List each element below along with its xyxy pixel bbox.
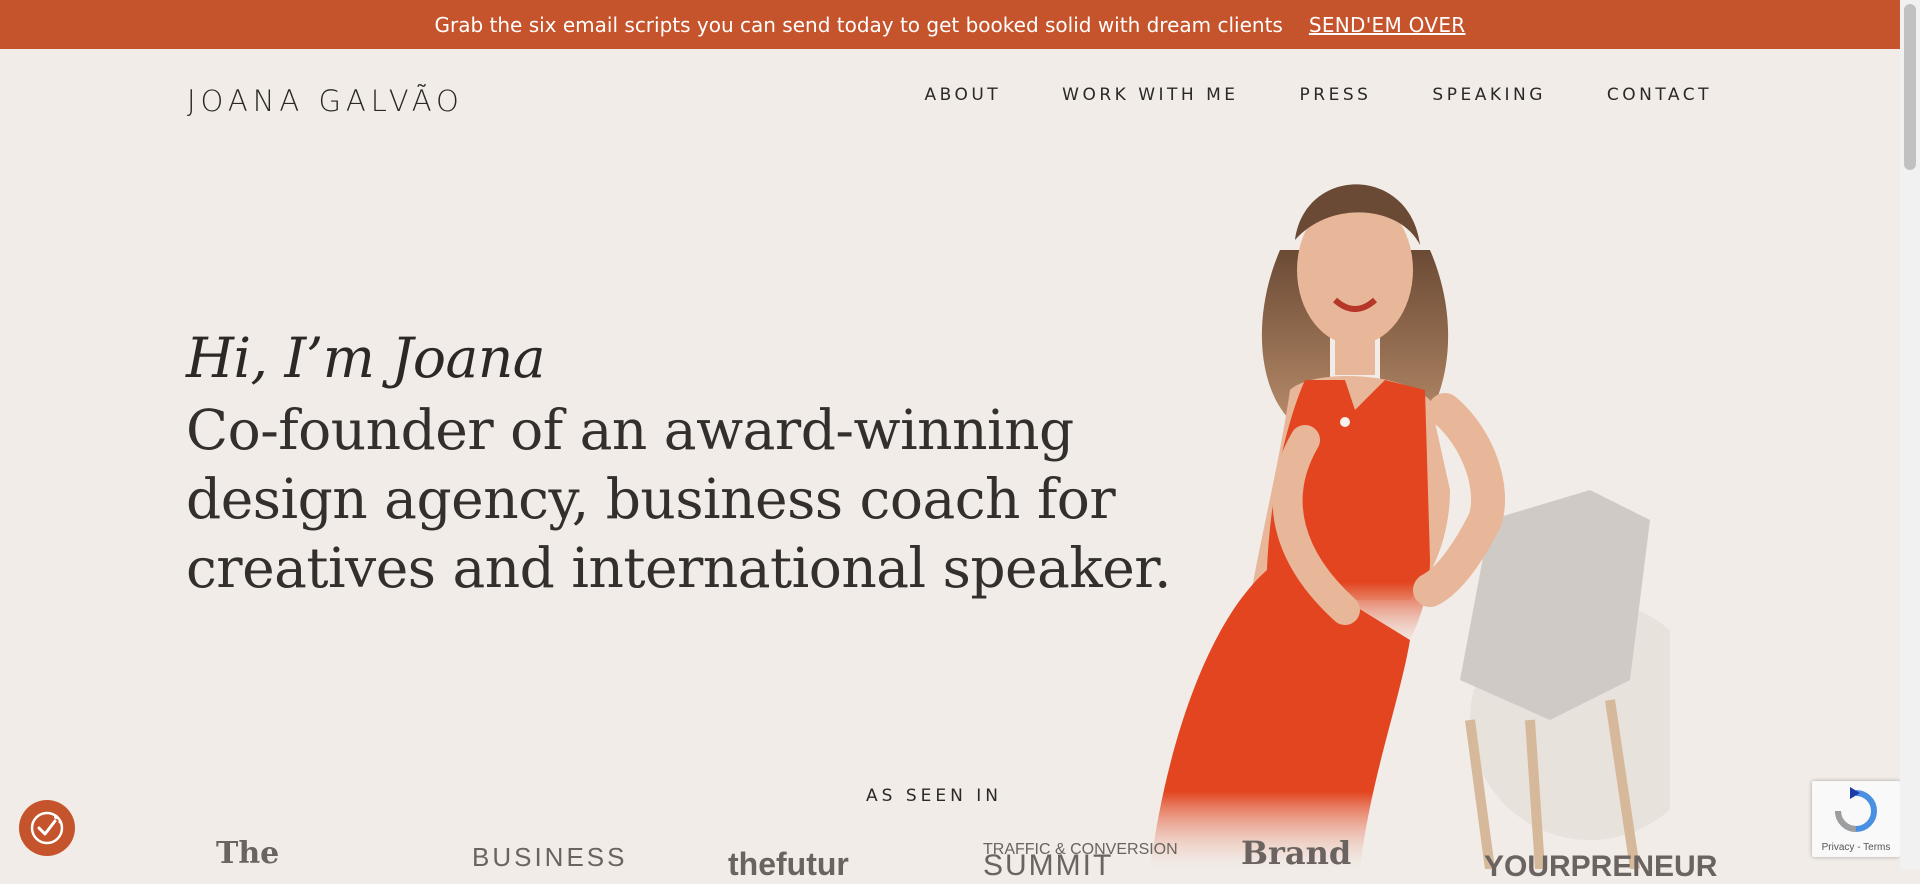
recaptcha-terms[interactable]: Privacy - Terms	[1812, 842, 1900, 853]
traffic-conversion-summit-logo: TRAFFIC & CONVERSION SUMMIT	[983, 842, 1178, 882]
hero-headline-line: Co-founder of an award-winning	[186, 398, 1074, 462]
announcement-cta-link[interactable]: SEND'EM OVER	[1309, 13, 1466, 37]
hero-headline-line: design agency, business coach for	[186, 467, 1116, 531]
nav-item-about[interactable]: ABOUT	[924, 85, 1001, 105]
the-logo: The	[216, 836, 280, 871]
business-logo: BUSINESS	[472, 842, 628, 872]
hero-headline-line: creatives and international speaker.	[186, 536, 1172, 600]
nav-item-work-with-me[interactable]: WORK WITH ME	[1062, 85, 1238, 105]
scrollbar-thumb[interactable]	[1904, 4, 1916, 170]
thefutur-logo: thefutur	[728, 846, 849, 882]
announcement-bar: Grab the six email scripts you can send …	[0, 0, 1900, 49]
nav-item-press[interactable]: PRESS	[1300, 85, 1372, 105]
hero-headline: Co-founder of an award-winning design ag…	[186, 396, 1172, 603]
yourpreneur-logo: YOURPRENEUR	[1484, 850, 1718, 883]
site-logo[interactable]: JOANA GALVÃO	[187, 84, 464, 118]
press-heading: AS SEEN IN	[866, 786, 1002, 806]
page-scrollbar[interactable]	[1900, 0, 1920, 869]
nav-item-contact[interactable]: CONTACT	[1607, 85, 1712, 105]
main-nav: ABOUT WORK WITH ME PRESS SPEAKING CONTAC…	[924, 85, 1712, 105]
announcement-message: Grab the six email scripts you can send …	[434, 12, 1283, 37]
hero-greeting: Hi, I’m Joana	[186, 326, 546, 390]
recaptcha-badge[interactable]: Privacy - Terms	[1812, 781, 1900, 857]
recaptcha-icon	[1835, 787, 1877, 832]
cookie-settings-button[interactable]	[19, 800, 75, 856]
nav-item-speaking[interactable]: SPEAKING	[1432, 85, 1545, 105]
hero-portrait-image	[1150, 184, 1670, 869]
cookie-check-icon	[30, 811, 64, 845]
tcs-logo-bottom: SUMMIT	[983, 849, 1114, 882]
brand-logo: Brand	[1241, 834, 1352, 872]
